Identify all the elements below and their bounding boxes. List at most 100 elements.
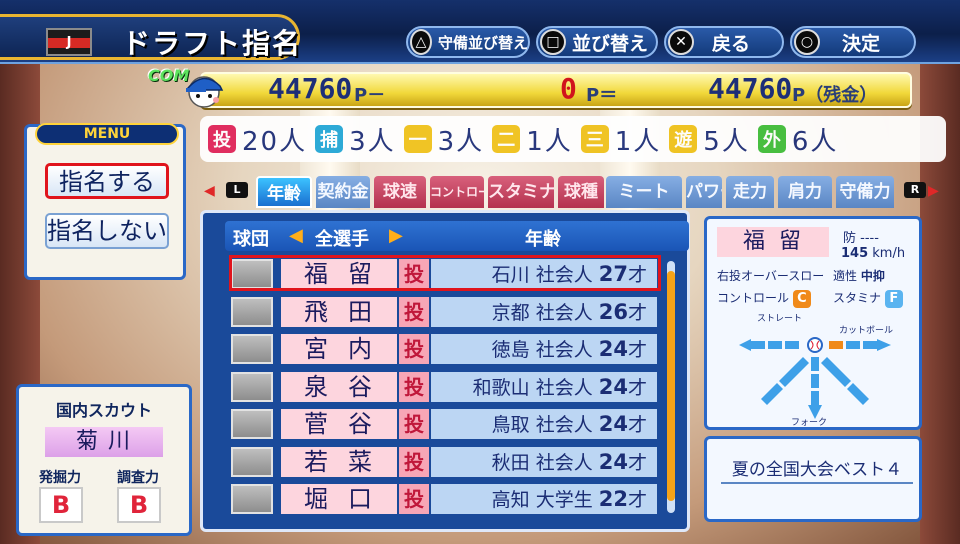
pitch-speed: 145 km/h: [841, 246, 906, 261]
pitch-arrow-right: [829, 339, 891, 351]
row-age: 24: [598, 337, 628, 361]
row-position-badge: 投: [399, 484, 429, 514]
position-count-value: 1人: [526, 126, 573, 157]
column-team: 球団: [233, 229, 269, 250]
row-checkbox[interactable]: [231, 484, 273, 514]
points-left-value: 44760: [268, 72, 353, 105]
row-player-name: 宮内: [281, 334, 397, 364]
tab-0[interactable]: 年齢: [256, 176, 312, 208]
tab-6[interactable]: ミート: [606, 176, 682, 208]
menu-nominate-button[interactable]: 指名する: [45, 163, 169, 199]
row-checkbox[interactable]: [231, 446, 273, 477]
player-row[interactable]: 飛田投京都 社会人 26才: [225, 295, 661, 329]
player-row[interactable]: 堀口投高知 大学生 22才: [225, 482, 661, 516]
tab-9[interactable]: 肩力: [778, 176, 832, 208]
stamina-rating: スタミナ F: [833, 289, 903, 308]
row-checkbox[interactable]: [231, 371, 273, 402]
row-player-name: 堀口: [281, 484, 397, 514]
player-trait: 夏の全国大会ベスト４: [721, 455, 913, 484]
tab-1[interactable]: 契約金: [316, 176, 370, 208]
list-header: 球団 ◀ 全選手 ▶ 年齢: [225, 221, 689, 251]
cross-button-icon: ✕: [668, 29, 694, 55]
scout-skill2-label: 調査力: [117, 470, 159, 486]
back-button[interactable]: ✕ 戻る: [664, 26, 784, 58]
row-origin: 鳥取: [491, 414, 530, 436]
position-count: 一 3人: [403, 121, 485, 158]
reorder-defense-button[interactable]: △ 守備並び替え: [406, 26, 530, 58]
row-profile: 京都 社会人 26才: [431, 296, 657, 327]
points-left-unit: P－: [354, 85, 386, 106]
l-button-icon[interactable]: L: [226, 182, 248, 198]
points-right-value: 44760: [708, 72, 793, 105]
row-age: 22: [598, 487, 628, 511]
trait-panel: 夏の全国大会ベスト４: [704, 436, 922, 522]
filter-value[interactable]: 全選手: [315, 225, 369, 251]
scrollbar-thumb[interactable]: [667, 271, 675, 501]
row-checkbox[interactable]: [231, 334, 273, 364]
draft-list-panel: 球団 ◀ 全選手 ▶ 年齢 福留投石川 社会人 27才 飛田投京都 社会人 26才…: [200, 210, 690, 532]
tab-7[interactable]: パワー: [686, 176, 722, 208]
player-row[interactable]: 福留投石川 社会人 27才: [225, 255, 661, 291]
position-count: 投 20人: [208, 121, 307, 158]
position-count: 外 6人: [757, 121, 839, 158]
row-type: 社会人: [535, 451, 593, 474]
row-profile: 鳥取 社会人 24才: [431, 409, 657, 439]
position-badge: 二: [492, 125, 521, 153]
position-counts-bar: 投 20人捕 3人一 3人二 1人三 1人遊 5人外 6人: [200, 116, 946, 162]
row-origin: 秋田: [491, 451, 530, 474]
menu-skip-button[interactable]: 指名しない: [45, 213, 169, 249]
tab-3[interactable]: コントロール: [430, 176, 484, 208]
tab-5[interactable]: 球種: [558, 176, 604, 208]
row-origin: 京都: [491, 301, 530, 324]
menu-header: MENU: [35, 123, 179, 145]
scout-skill1-label: 発掘力: [39, 470, 81, 486]
triangle-button-icon: △: [410, 29, 432, 55]
row-position-badge: 投: [399, 296, 429, 327]
sort-tabs: ◀ L R ▶ 年齢契約金球速コントロールスタミナ球種ミートパワー走力肩力守備力: [198, 174, 939, 208]
tab-4[interactable]: スタミナ: [488, 176, 554, 208]
pitch-type-chart: [739, 337, 891, 419]
com-mascot-icon: [186, 76, 224, 108]
tab-right-arrow-icon[interactable]: ▶: [928, 183, 939, 199]
scout-title: 国内スカウト: [55, 401, 152, 420]
confirm-button[interactable]: ○ 決定: [790, 26, 916, 58]
tab-left-arrow-icon[interactable]: ◀: [204, 183, 215, 199]
points-middle-value: 0: [560, 72, 577, 105]
player-name: 福留: [717, 227, 829, 257]
position-badge: 外: [757, 125, 786, 153]
row-age-unit: 才: [627, 339, 647, 361]
tab-8[interactable]: 走力: [726, 176, 774, 208]
back-label: 戻る: [712, 32, 751, 55]
row-player-name: 飛田: [281, 296, 397, 327]
player-row[interactable]: 若菜投秋田 社会人 24才: [225, 445, 661, 479]
points-bar: 44760 P－ 0 P＝ 44760 P（残金）: [200, 72, 912, 108]
position-count-value: 6人: [791, 126, 839, 157]
tab-10[interactable]: 守備力: [836, 176, 894, 208]
row-checkbox[interactable]: [231, 296, 273, 327]
scout-skill1-grade: B: [39, 487, 83, 523]
filter-right-arrow-icon[interactable]: ▶: [389, 225, 403, 246]
row-profile: 高知 大学生 22才: [431, 484, 657, 514]
player-row[interactable]: 泉谷投和歌山 社会人 24才: [225, 370, 661, 404]
r-button-icon[interactable]: R: [904, 182, 926, 198]
position-count-value: 1人: [614, 126, 662, 157]
row-age-unit: 才: [627, 414, 647, 436]
era-label: 防 ----: [843, 231, 879, 246]
points-middle-unit: P＝: [586, 85, 618, 106]
reorder-defense-label: 守備並び替え: [437, 33, 528, 52]
scout-name: 菊川: [45, 427, 163, 457]
position-count: 遊 5人: [669, 121, 750, 158]
scrollbar[interactable]: [667, 261, 675, 513]
sort-button[interactable]: □ 並び替え: [536, 26, 658, 58]
row-origin: 徳島: [491, 339, 530, 361]
row-origin: 和歌山: [472, 376, 530, 399]
row-player-name: 菅谷: [281, 409, 397, 439]
player-row[interactable]: 菅谷投鳥取 社会人 24才: [225, 407, 661, 441]
row-checkbox[interactable]: [231, 409, 273, 439]
row-age: 26: [598, 299, 628, 324]
filter-left-arrow-icon[interactable]: ◀: [289, 225, 303, 246]
player-row[interactable]: 宮内投徳島 社会人 24才: [225, 332, 661, 366]
page-title: ドラフト指名: [122, 27, 303, 60]
tab-2[interactable]: 球速: [374, 176, 426, 208]
position-badge: 投: [208, 125, 236, 153]
